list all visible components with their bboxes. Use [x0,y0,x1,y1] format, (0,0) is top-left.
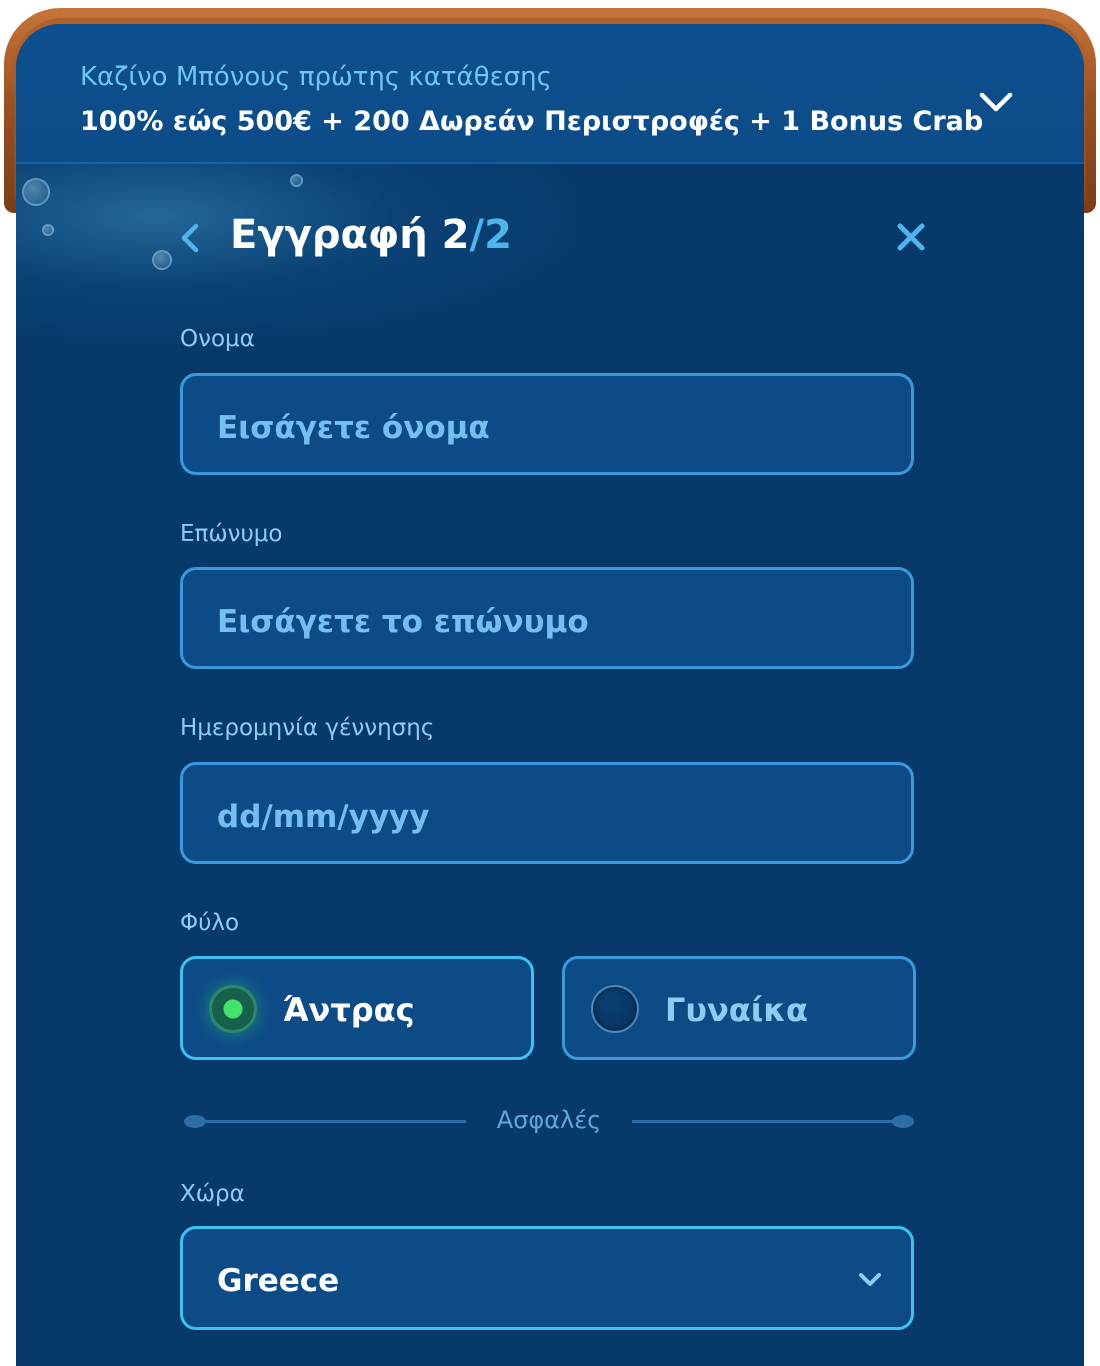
gender-option-female[interactable]: Γυναίκα [562,956,916,1060]
divider-line-left [192,1120,466,1123]
last-name-placeholder: Εισάγετε το επώνυμο [217,604,589,640]
registration-modal-frame: Καζίνο Μπόνους πρώτης κατάθεσης 100% εώς… [0,0,1100,1366]
gender-option-male[interactable]: Άντρας [180,956,534,1060]
page-title: Εγγραφή 2/2 [230,212,512,258]
country-selected-value: Greece [217,1263,340,1299]
divider-line-right [632,1120,908,1123]
last-name-field[interactable]: Εισάγετε το επώνυμο [180,567,914,669]
bonus-banner-offer: 100% εώς 500€ + 200 Δωρεάν Περιστροφές +… [80,106,984,137]
step-total: 2 [484,212,512,258]
step-title-text: Εγγραφή 2 [230,212,470,258]
last-name-label: Επώνυμο [180,521,283,547]
first-name-field[interactable]: Εισάγετε όνομα [180,373,914,475]
step-separator: / [469,212,485,258]
bonus-banner[interactable]: Καζίνο Μπόνους πρώτης κατάθεσης 100% εώς… [16,24,1084,164]
first-name-placeholder: Εισάγετε όνομα [217,410,490,446]
first-name-label: Ονομα [180,326,255,352]
chevron-down-icon[interactable] [978,84,1014,120]
gender-label: Φύλο [180,910,240,936]
close-icon[interactable] [894,220,928,254]
gender-option-label: Άντρας [283,991,415,1029]
radio-selected-icon [209,985,257,1033]
bubble-decoration [290,174,303,187]
gender-option-label: Γυναίκα [665,991,808,1029]
modal-header: Εγγραφή 2/2 [16,204,1084,268]
chevron-down-icon [859,1273,881,1286]
birth-date-placeholder: dd/mm/yyyy [217,799,430,835]
country-label: Χώρα [180,1181,245,1207]
country-select[interactable]: Greece [180,1226,914,1330]
radio-unselected-icon [591,985,639,1033]
chevron-left-icon[interactable] [176,220,204,256]
bubble-decoration [22,178,50,206]
birth-date-label: Ημερομηνία γέννησης [180,715,435,741]
registration-panel: Καζίνο Μπόνους πρώτης κατάθεσης 100% εώς… [16,24,1084,1366]
secure-divider-label: Ασφαλές [496,1106,602,1134]
divider-endpoint [892,1115,914,1128]
bonus-banner-title: Καζίνο Μπόνους πρώτης κατάθεσης [80,62,552,92]
birth-date-field[interactable]: dd/mm/yyyy [180,762,914,864]
